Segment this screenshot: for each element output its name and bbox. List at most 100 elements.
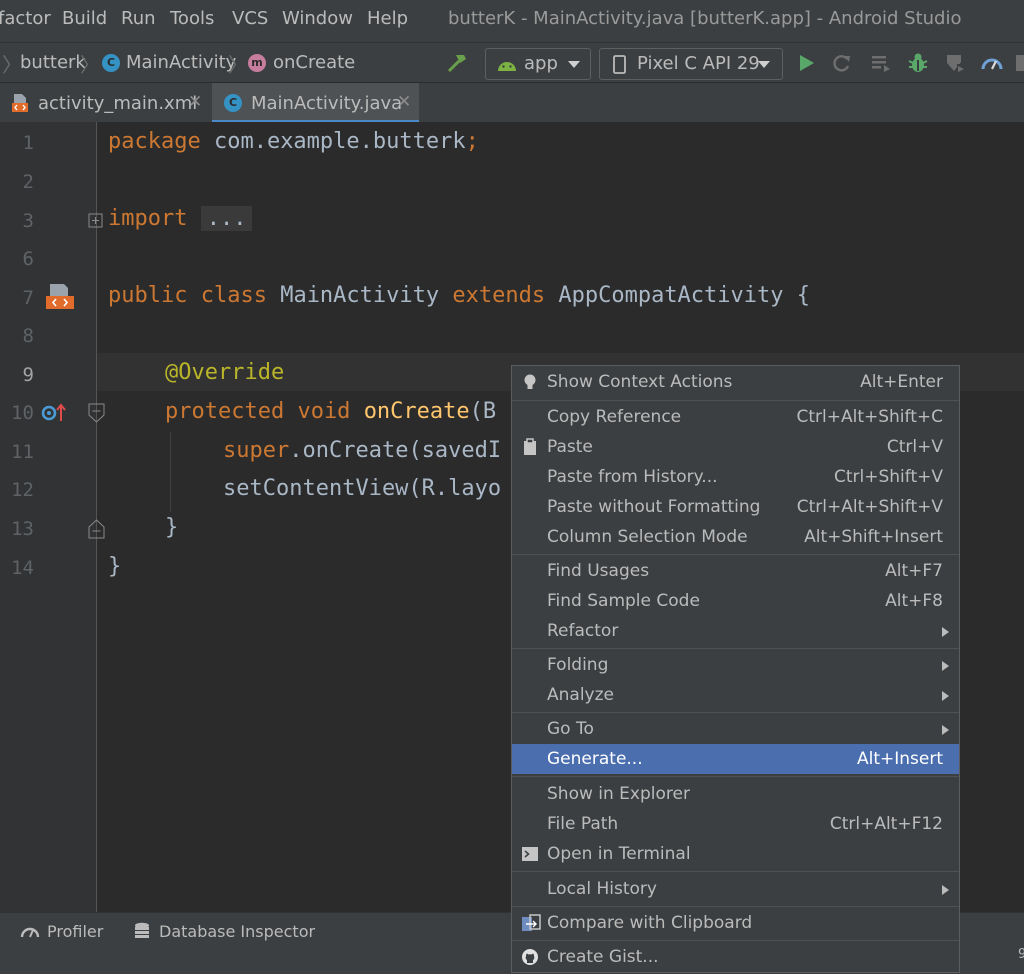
tab-mainactivity-java[interactable]: C MainActivity.java ✕ — [212, 83, 419, 123]
breadcrumb-method[interactable]: onCreate — [273, 52, 355, 73]
menu-separator — [512, 712, 959, 713]
menu-item-find-sample-code[interactable]: Find Sample Code Alt+F8 — [512, 586, 959, 616]
menu-item-refactor[interactable]: Refactor — [512, 616, 959, 646]
menu-item-shortcut: Ctrl+Alt+Shift+V — [796, 497, 943, 517]
database-inspector-tool-button[interactable]: Database Inspector — [159, 922, 315, 941]
code-class-name: MainActivity — [266, 283, 453, 308]
menu-item-find-usages[interactable]: Find Usages Alt+F7 — [512, 556, 959, 586]
menu-build[interactable]: Build — [62, 8, 107, 29]
apply-changes-icon[interactable] — [831, 53, 853, 77]
run-config-label: app — [524, 53, 558, 74]
device-select[interactable]: Pixel C API 29 — [599, 48, 783, 80]
run-config-select[interactable]: app — [485, 48, 591, 80]
menu-item-label: Create Gist... — [547, 947, 659, 967]
code-line-7: public class MainActivity extends AppCom… — [108, 283, 810, 308]
menu-separator — [512, 554, 959, 555]
menu-separator — [512, 776, 959, 777]
menu-item-shortcut: Ctrl+Alt+F12 — [829, 814, 943, 834]
code-line-11: super.onCreate(savedI — [223, 438, 501, 463]
menu-help[interactable]: Help — [367, 8, 408, 29]
menu-item-show-in-explorer[interactable]: Show in Explorer — [512, 779, 959, 809]
close-icon[interactable]: ✕ — [188, 92, 202, 112]
menu-item-paste-without-formatting[interactable]: Paste without Formatting Ctrl+Alt+Shift+… — [512, 492, 959, 522]
database-icon — [134, 922, 150, 944]
menu-separator — [512, 648, 959, 649]
profiler-tool-button[interactable]: Profiler — [47, 922, 103, 941]
menu-item-shortcut: Alt+Enter — [860, 372, 943, 392]
bulb-icon — [521, 373, 539, 391]
android-icon — [496, 55, 518, 77]
submenu-arrow-icon — [942, 885, 949, 895]
override-method-gutter-icon[interactable] — [40, 402, 68, 428]
line-number: 3 — [22, 210, 34, 232]
menu-item-label: Refactor — [547, 621, 619, 641]
submenu-arrow-icon — [942, 691, 949, 701]
menu-item-analyze[interactable]: Analyze — [512, 680, 959, 710]
phone-icon — [612, 55, 628, 79]
chevron-down-icon — [758, 61, 770, 68]
breadcrumb-package[interactable]: butterk — [20, 52, 86, 73]
build-hammer-icon[interactable] — [446, 51, 470, 79]
line-number: 14 — [11, 557, 34, 579]
menu-item-column-selection-mode[interactable]: Column Selection Mode Alt+Shift+Insert — [512, 522, 959, 552]
menu-item-go-to[interactable]: Go To — [512, 714, 959, 744]
sdk-manager-icon[interactable] — [1016, 53, 1024, 77]
run-icon[interactable] — [797, 53, 817, 77]
device-label: Pixel C API 29 — [637, 53, 760, 74]
tab-activity-main-xml[interactable]: activity_main.xml ✕ — [0, 83, 212, 123]
fold-collapse-icon[interactable] — [88, 403, 106, 429]
submenu-arrow-icon — [942, 627, 949, 637]
menu-separator — [512, 906, 959, 907]
menu-item-paste[interactable]: Paste Ctrl+V — [512, 432, 959, 462]
menu-item-shortcut: Alt+F8 — [885, 591, 943, 611]
fold-collapse-icon[interactable] — [88, 517, 106, 543]
compare-icon — [521, 914, 541, 932]
menu-item-open-in-terminal[interactable]: Open in Terminal — [512, 839, 959, 869]
submenu-arrow-icon — [942, 661, 949, 671]
menu-item-shortcut: Ctrl+V — [886, 437, 943, 457]
profiler-gauge-icon[interactable] — [980, 52, 1004, 78]
menu-item-label: Find Sample Code — [547, 591, 700, 611]
menu-item-create-gist[interactable]: Create Gist... — [512, 942, 959, 972]
editor-tab-bar: activity_main.xml ✕ C MainActivity.java … — [0, 82, 1024, 123]
menu-item-label: Generate... — [547, 749, 643, 769]
folded-imports[interactable]: ... — [200, 206, 253, 231]
layout-file-gutter-icon[interactable] — [44, 282, 76, 316]
menu-item-label: Folding — [547, 655, 609, 675]
code-line-14: } — [108, 554, 122, 579]
window-title: butterK - MainActivity.java [butterK.app… — [448, 8, 962, 29]
menu-item-show-context-actions[interactable]: Show Context Actions Alt+Enter — [512, 367, 959, 397]
menu-item-file-path[interactable]: File Path Ctrl+Alt+F12 — [512, 809, 959, 839]
menu-item-local-history[interactable]: Local History — [512, 874, 959, 904]
line-number: 2 — [22, 171, 34, 193]
code-text: .onCreate(savedI — [289, 438, 502, 463]
chevron-right-icon: 〉 — [228, 53, 248, 77]
debug-bug-icon[interactable] — [906, 51, 930, 79]
close-icon[interactable]: ✕ — [397, 92, 411, 112]
chevron-right-icon: 〉 — [80, 53, 100, 77]
menu-item-copy-reference[interactable]: Copy Reference Ctrl+Alt+Shift+C — [512, 402, 959, 432]
fold-expand-icon[interactable] — [88, 213, 104, 233]
menu-item-shortcut: Alt+Shift+Insert — [804, 527, 943, 547]
menu-vcs[interactable]: VCS — [232, 8, 268, 29]
menu-run[interactable]: Run — [121, 8, 156, 29]
menu-tools[interactable]: Tools — [170, 8, 214, 29]
clipboard-icon — [521, 438, 539, 456]
menu-item-folding[interactable]: Folding — [512, 650, 959, 680]
line-number: 7 — [22, 287, 34, 309]
tab-label: activity_main.xml — [38, 93, 198, 114]
menu-item-compare-with-clipboard[interactable]: Compare with Clipboard — [512, 908, 959, 938]
menu-refactor[interactable]: factor — [0, 8, 51, 29]
chevron-right-icon: 〉 — [2, 53, 22, 77]
attach-debugger-icon[interactable] — [943, 51, 967, 79]
menu-window[interactable]: Window — [282, 8, 353, 29]
line-number: 13 — [11, 518, 34, 540]
breadcrumb-class[interactable]: MainActivity — [126, 52, 236, 73]
submenu-arrow-icon — [942, 725, 949, 735]
menu-item-paste-from-history[interactable]: Paste from History... Ctrl+Shift+V — [512, 462, 959, 492]
line-number: 12 — [11, 479, 34, 501]
menu-item-generate[interactable]: Generate... Alt+Insert — [512, 744, 959, 774]
context-menu: Show Context Actions Alt+Enter Copy Refe… — [511, 365, 960, 973]
apply-code-changes-icon[interactable] — [870, 53, 892, 77]
line-number: 11 — [11, 441, 34, 463]
